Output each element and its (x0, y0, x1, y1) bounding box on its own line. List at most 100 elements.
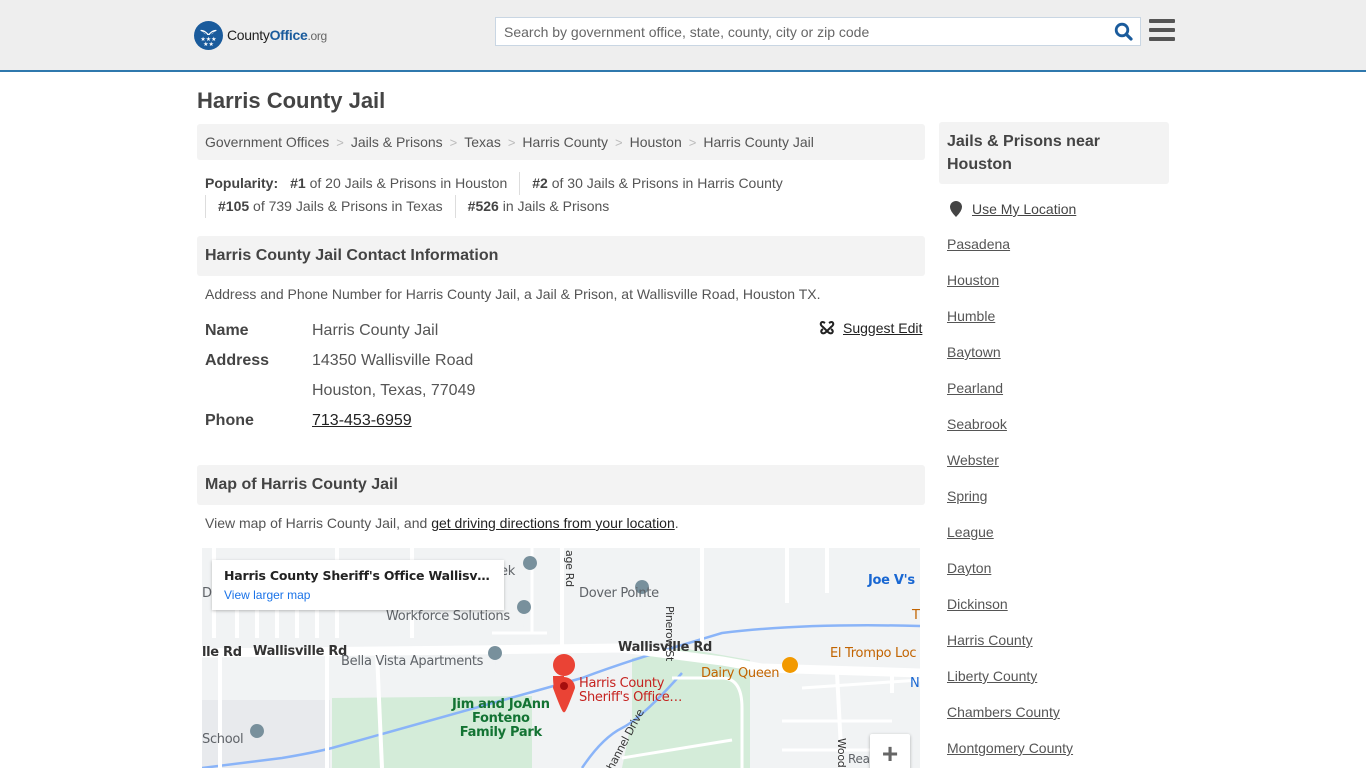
search-input[interactable] (496, 18, 1096, 45)
address-line2: Houston, Texas, 77049 (312, 382, 476, 399)
phone-label: Phone (205, 412, 254, 429)
map-label-poi: N (910, 676, 920, 691)
popularity-rank-texas: #105 of 739 Jails & Prisons in Texas (205, 195, 455, 218)
svg-text:★★: ★★ (203, 41, 214, 48)
map-label-poi: Joe V's S (868, 573, 920, 588)
hamburger-menu-icon[interactable] (1149, 19, 1175, 43)
popularity-rank-houston: #1 of 20 Jails & Prisons in Houston (290, 175, 508, 191)
popularity-label: Popularity: (205, 175, 279, 191)
sidebar-link-spring[interactable]: Spring (947, 488, 987, 504)
driving-directions-link[interactable]: get driving directions from your locatio… (431, 515, 675, 531)
breadcrumb-separator: > (449, 134, 458, 150)
sidebar-link-dayton[interactable]: Dayton (947, 560, 991, 576)
search-box (495, 17, 1141, 46)
menu-bar (1149, 28, 1175, 32)
list-item: Liberty County (947, 668, 1073, 704)
name-value: Harris County Jail (312, 322, 439, 339)
site-header: ★★★ ★★ CountyOffice.org (0, 0, 1366, 72)
breadcrumb-jails-prisons[interactable]: Jails & Prisons (351, 134, 443, 150)
contact-details: Name Harris County Jail Address 14350 Wa… (205, 316, 925, 436)
breadcrumb-houston[interactable]: Houston (630, 134, 682, 150)
address-line1: 14350 Wallisville Road (312, 352, 474, 369)
name-label: Name (205, 322, 249, 339)
embedded-map[interactable]: lle Rd Wallisville Rd Wallisville Rd Wor… (202, 548, 920, 768)
sidebar-link-liberty-county[interactable]: Liberty County (947, 668, 1037, 684)
sidebar-link-harris-county[interactable]: Harris County (947, 632, 1033, 648)
sidebar-link-league[interactable]: League (947, 524, 994, 540)
breadcrumb-current[interactable]: Harris County Jail (703, 134, 813, 150)
phone-row: Phone 713-453-6959 (205, 406, 925, 436)
use-my-location-link[interactable]: Use My Location (950, 201, 1076, 217)
sidebar-link-baytown[interactable]: Baytown (947, 344, 1001, 360)
popularity-rank-county: #2 of 30 Jails & Prisons in Harris Count… (519, 172, 795, 195)
list-item: Spring (947, 488, 1073, 524)
sidebar-link-montgomery-county[interactable]: Montgomery County (947, 740, 1073, 756)
breadcrumb-texas[interactable]: Texas (464, 134, 501, 150)
sidebar-heading: Jails & Prisons near Houston (939, 122, 1169, 184)
eagle-stars-logo-icon: ★★★ ★★ (194, 20, 223, 50)
list-item: Humble (947, 308, 1073, 344)
map-zoom-in-button[interactable]: + (870, 734, 910, 768)
menu-bar (1149, 19, 1175, 23)
list-item: Houston (947, 272, 1073, 308)
logo-wordmark: CountyOffice.org (227, 27, 327, 43)
breadcrumb-separator: > (688, 134, 697, 150)
map-label-road: lle Rd (202, 645, 242, 660)
map-label-road: Pinerow St (663, 606, 676, 661)
breadcrumb: Government Offices > Jails & Prisons > T… (197, 124, 925, 160)
sidebar-link-humble[interactable]: Humble (947, 308, 995, 324)
map-label-road: Rea (848, 752, 870, 766)
map-label-road: Wallisville Rd (253, 644, 348, 659)
breadcrumb-harris-county[interactable]: Harris County (522, 134, 608, 150)
map-label-poi: School (202, 732, 244, 747)
address-label: Address (205, 352, 270, 369)
map-label-poi: Bella Vista Apartments (341, 654, 484, 669)
map-label-road: Wood (835, 738, 848, 768)
list-item: Webster (947, 452, 1073, 488)
list-item: Pearland (947, 380, 1073, 416)
list-item: Harris County (947, 632, 1073, 668)
map-label-poi: El Trompo Loc (830, 646, 917, 661)
sidebar-link-chambers-county[interactable]: Chambers County (947, 704, 1060, 720)
sidebar-link-dickinson[interactable]: Dickinson (947, 596, 1008, 612)
list-item: League (947, 524, 1073, 560)
popularity-rankings: Popularity: #1 of 20 Jails & Prisons in … (205, 172, 925, 218)
menu-bar (1149, 37, 1175, 41)
list-item: Dickinson (947, 596, 1073, 632)
popularity-rank-overall: #526 in Jails & Prisons (454, 195, 622, 218)
location-pin-icon (950, 201, 962, 217)
map-label-park: Jim and JoAnn Fonteno Family Park (452, 697, 550, 740)
list-item: Dayton (947, 560, 1073, 596)
map-label-poi: T (912, 608, 920, 623)
sidebar-link-seabrook[interactable]: Seabrook (947, 416, 1007, 432)
list-item: Pasadena (947, 236, 1073, 272)
name-row: Name Harris County Jail (205, 316, 925, 346)
phone-link[interactable]: 713-453-6959 (312, 412, 412, 429)
map-description: View map of Harris County Jail, and get … (205, 515, 679, 531)
list-item: Chambers County (947, 704, 1073, 740)
sidebar-link-houston[interactable]: Houston (947, 272, 999, 288)
map-place-title: Harris County Sheriff's Office Wallisv… (224, 568, 490, 583)
nearby-locations-list: Pasadena Houston Humble Baytown Pearland… (947, 236, 1073, 776)
sidebar-link-pearland[interactable]: Pearland (947, 380, 1003, 396)
sidebar-link-webster[interactable]: Webster (947, 452, 999, 468)
breadcrumb-separator: > (336, 134, 344, 150)
list-item: Montgomery County (947, 740, 1073, 776)
list-item: Baytown (947, 344, 1073, 380)
breadcrumb-separator: > (507, 134, 516, 150)
contact-description: Address and Phone Number for Harris Coun… (205, 286, 821, 302)
address-row: Address 14350 Wallisville Road (205, 346, 925, 376)
search-icon[interactable] (1114, 22, 1134, 42)
list-item: Seabrook (947, 416, 1073, 452)
breadcrumb-separator: > (615, 134, 623, 150)
map-label-poi: Workforce Solutions (386, 609, 510, 624)
map-label-poi: Dairy Queen (701, 666, 780, 681)
map-label-poi: Dover Pointe (579, 586, 659, 601)
sidebar-link-pasadena[interactable]: Pasadena (947, 236, 1010, 252)
map-section-heading: Map of Harris County Jail (197, 465, 925, 505)
view-larger-map-link[interactable]: View larger map (224, 588, 492, 602)
site-logo[interactable]: ★★★ ★★ CountyOffice.org (194, 20, 327, 50)
contact-section-heading: Harris County Jail Contact Information (197, 236, 925, 276)
breadcrumb-government-offices[interactable]: Government Offices (205, 134, 329, 150)
page-title: Harris County Jail (197, 88, 386, 113)
